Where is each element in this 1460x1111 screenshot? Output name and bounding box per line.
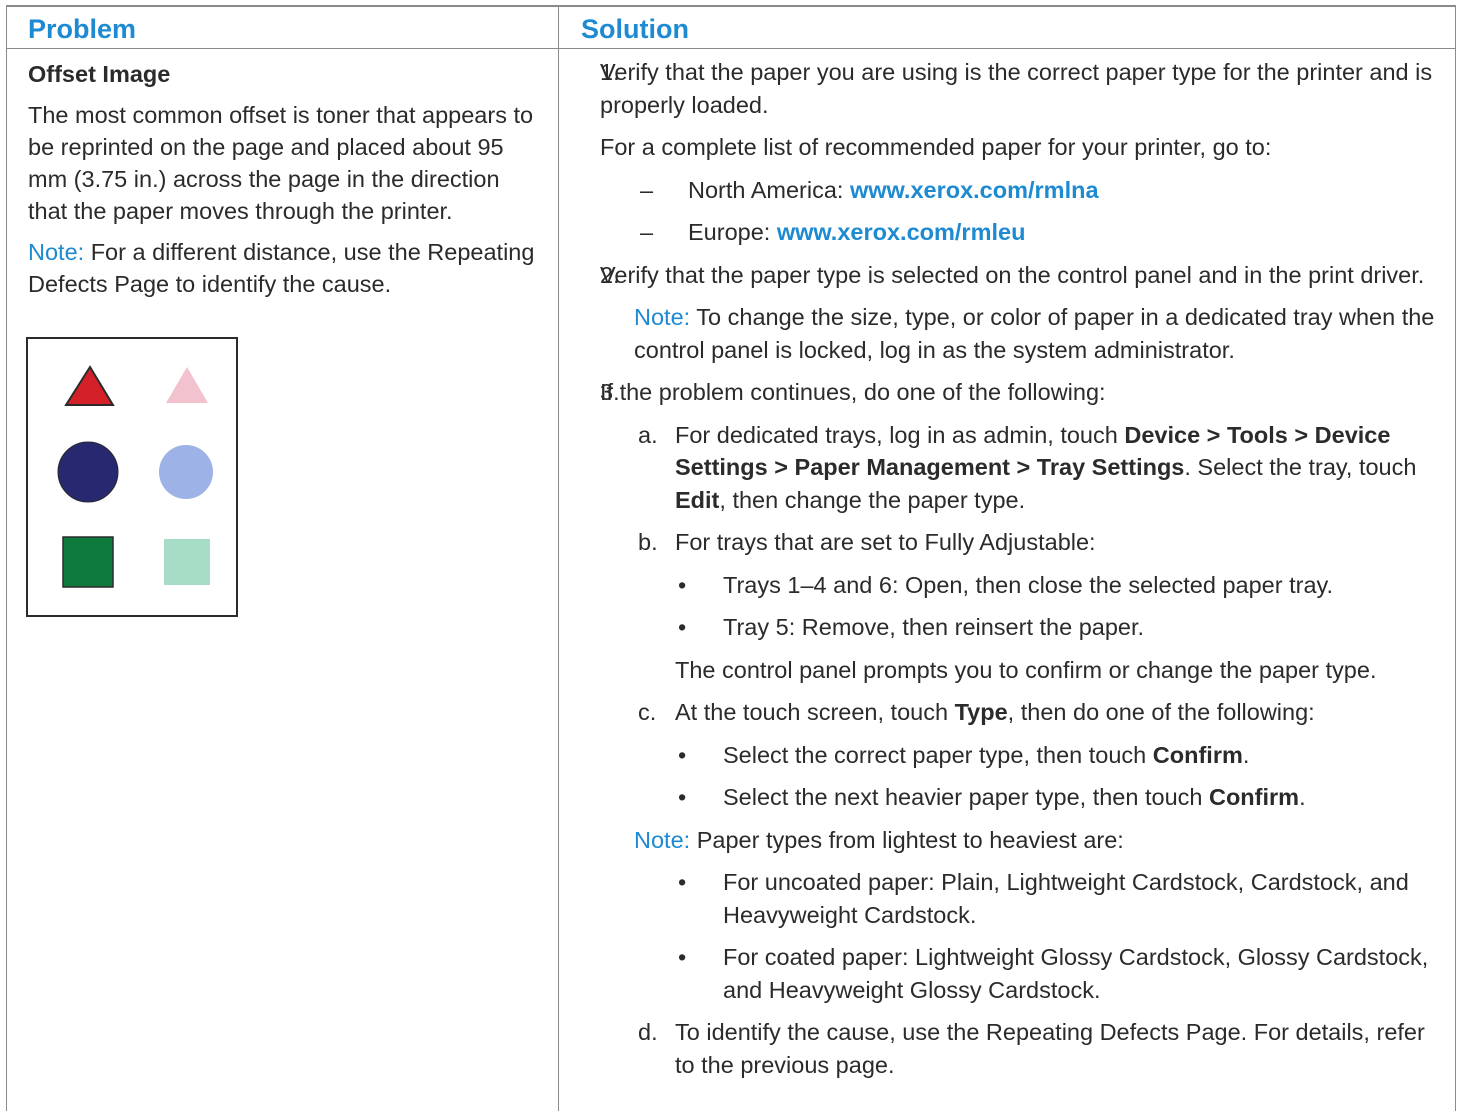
circle-shape: [57, 441, 119, 503]
problem-column: Offset Image The most common offset is t…: [28, 58, 543, 300]
square-shape: [62, 536, 114, 588]
north-america-link[interactable]: www.xerox.com/rmlna: [850, 177, 1099, 203]
circle-ghost-shape: [159, 445, 213, 499]
solution-column: 1. Verify that the paper you are using i…: [600, 56, 1440, 1081]
triangle-shape: [64, 365, 115, 406]
problem-column-header: Problem: [28, 14, 137, 44]
problem-title: Offset Image: [28, 61, 171, 87]
step-2: 2. Verify that the paper type is selecte…: [600, 259, 1440, 292]
step-number: 1.: [600, 59, 620, 85]
square-ghost-shape: [164, 539, 210, 585]
step-number: 3.: [600, 379, 620, 405]
substep-c: c. At the touch screen, touch Type, then…: [638, 699, 1315, 725]
substep-b: b. For trays that are set to Fully Adjus…: [638, 529, 1096, 555]
step-3: 3. If the problem continues, do one of t…: [600, 376, 1440, 409]
offset-image-illustration: [26, 337, 238, 617]
note-label: Note:: [634, 304, 691, 330]
link-item-north-america: – North America: www.xerox.com/rmlna: [640, 176, 1099, 203]
triangle-ghost-shape: [166, 367, 208, 403]
table-border-top: [6, 5, 1456, 7]
problem-description: The most common offset is toner that app…: [28, 102, 534, 224]
step-1: 1. Verify that the paper you are using i…: [600, 56, 1440, 121]
solution-column-header: Solution: [581, 14, 689, 44]
problem-note: Note: For a different distance, use the …: [28, 236, 543, 300]
list-item: • Select the correct paper type, then to…: [678, 741, 1250, 768]
europe-link[interactable]: www.xerox.com/rmleu: [777, 219, 1026, 245]
document-page: Problem Solution Offset Image The most c…: [0, 0, 1460, 1111]
step-2-note: Note: To change the size, type, or color…: [634, 304, 1435, 363]
substep-b-result: The control panel prompts you to confirm…: [675, 656, 1377, 683]
list-item: • For coated paper: Lightweight Glossy C…: [678, 944, 1429, 1003]
list-item: • Tray 5: Remove, then reinsert the pape…: [678, 614, 1145, 640]
header-divider: [6, 48, 1456, 49]
step-text: If the problem continues, do one of the …: [600, 379, 1106, 405]
substep-a: a. For dedicated trays, log in as admin,…: [638, 421, 1417, 513]
list-item: • Select the next heavier paper type, th…: [678, 784, 1306, 810]
substep-d: d. To identify the cause, use the Repeat…: [638, 1019, 1425, 1078]
step-text: Verify that the paper you are using is t…: [600, 59, 1433, 118]
table-border-left: [6, 5, 7, 1111]
note-label: Note:: [28, 239, 85, 265]
step-number: 2.: [600, 261, 620, 288]
note-text: For a different distance, use the Repeat…: [28, 239, 535, 297]
table-border-right: [1455, 5, 1456, 1111]
step-3-note: Note: Paper types from lightest to heavi…: [634, 826, 1124, 853]
paper-list-intro: For a complete list of recommended paper…: [600, 134, 1272, 160]
step-text: Verify that the paper type is selected o…: [600, 261, 1425, 288]
column-divider: [558, 5, 559, 1111]
link-item-europe: – Europe: www.xerox.com/rmleu: [640, 219, 1026, 245]
list-item: • For uncoated paper: Plain, Lightweight…: [678, 869, 1409, 928]
note-label: Note:: [634, 826, 691, 853]
list-item: • Trays 1–4 and 6: Open, then close the …: [678, 571, 1334, 598]
